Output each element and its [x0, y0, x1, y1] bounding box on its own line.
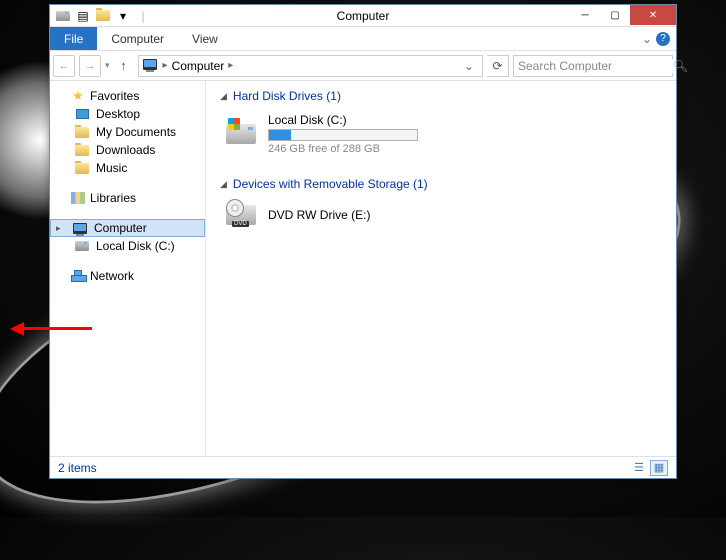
breadcrumb[interactable]: ▸ Computer ▸ ⌄ [138, 55, 483, 77]
sidebar-item-downloads[interactable]: Downloads [50, 141, 205, 159]
tab-computer[interactable]: Computer [97, 27, 178, 50]
section-header-removable[interactable]: ◢ Devices with Removable Storage (1) [220, 177, 662, 191]
tab-view[interactable]: View [178, 27, 232, 50]
search-box[interactable]: 🔍︎ [513, 55, 673, 77]
section-removable-storage: ◢ Devices with Removable Storage (1) DVD… [220, 177, 662, 233]
desktop-icon [74, 107, 90, 121]
libraries-icon [70, 191, 86, 205]
section-label: Hard Disk Drives (1) [233, 89, 341, 103]
sidebar-item-desktop[interactable]: Desktop [50, 105, 205, 123]
sidebar-header-computer[interactable]: ▸ Computer [50, 219, 205, 237]
sidebar-header-favorites[interactable]: ▾★ Favorites [50, 87, 205, 105]
new-folder-icon[interactable] [94, 7, 112, 25]
sidebar-group-libraries: ▸ Libraries [50, 189, 205, 207]
explorer-window: ▤ ▾ | Computer ─ ▢ ✕ File Computer View … [49, 4, 677, 479]
collapse-icon: ◢ [220, 91, 227, 102]
drive-icon [74, 239, 90, 253]
body: ▾★ Favorites Desktop My Documents Downlo… [50, 81, 676, 456]
navigation-pane[interactable]: ▾★ Favorites Desktop My Documents Downlo… [50, 81, 206, 456]
network-icon [70, 269, 86, 283]
ribbon-tabs: File Computer View ⌄ ? [50, 27, 676, 51]
breadcrumb-segment[interactable]: Computer [172, 59, 225, 73]
network-label: Network [90, 269, 134, 283]
system-menu-icon[interactable] [54, 7, 72, 25]
minimize-button[interactable]: ─ [570, 5, 600, 25]
libraries-label: Libraries [90, 191, 136, 205]
sidebar-header-libraries[interactable]: ▸ Libraries [50, 189, 205, 207]
window-buttons: ─ ▢ ✕ [570, 5, 676, 26]
section-label: Devices with Removable Storage (1) [233, 177, 428, 191]
favorites-label: Favorites [90, 89, 139, 103]
section-header-hdd[interactable]: ◢ Hard Disk Drives (1) [220, 89, 662, 103]
details-view-button[interactable]: ☰ [630, 460, 648, 476]
tab-file[interactable]: File [50, 27, 97, 50]
sidebar-item-documents[interactable]: My Documents [50, 123, 205, 141]
sidebar-item-music[interactable]: Music [50, 159, 205, 177]
view-switcher: ☰ ▦ [630, 460, 668, 476]
folder-icon [74, 161, 90, 175]
back-button[interactable]: ← [53, 55, 75, 77]
drive-label: Local Disk (C:) [268, 113, 418, 127]
dvd-drive-icon [224, 201, 258, 229]
forward-button[interactable]: → [79, 55, 101, 77]
drive-local-disk-c[interactable]: Local Disk (C:) 246 GB free of 288 GB [220, 109, 662, 159]
properties-icon[interactable]: ▤ [74, 7, 92, 25]
maximize-button[interactable]: ▢ [600, 5, 630, 25]
sidebar-group-computer: ▸ Computer Local Disk (C:) [50, 219, 205, 255]
computer-icon [143, 59, 159, 73]
sidebar-header-network[interactable]: ▸ Network [50, 267, 205, 285]
usage-bar [268, 129, 418, 141]
sidebar-group-network: ▸ Network [50, 267, 205, 285]
status-bar: 2 items ☰ ▦ [50, 456, 676, 478]
drive-info: Local Disk (C:) 246 GB free of 288 GB [268, 113, 418, 155]
content-pane[interactable]: ◢ Hard Disk Drives (1) Local Disk (C:) 2… [206, 81, 676, 456]
section-hard-disk-drives: ◢ Hard Disk Drives (1) Local Disk (C:) 2… [220, 89, 662, 159]
ribbon-help: ⌄ ? [642, 27, 670, 50]
search-input[interactable] [518, 59, 673, 73]
drive-info: DVD RW Drive (E:) [268, 208, 370, 222]
qat-dropdown-icon[interactable]: ▾ [114, 7, 132, 25]
history-dropdown-icon[interactable]: ▾ [105, 60, 110, 71]
drive-label: DVD RW Drive (E:) [268, 208, 370, 222]
collapse-icon: ◢ [220, 179, 227, 190]
star-icon: ★ [70, 89, 86, 103]
close-button[interactable]: ✕ [630, 5, 676, 25]
folder-icon [74, 125, 90, 139]
free-space-label: 246 GB free of 288 GB [268, 143, 418, 155]
sidebar-item-local-disk[interactable]: Local Disk (C:) [50, 237, 205, 255]
hdd-icon [224, 120, 258, 148]
chevron-right-icon[interactable]: ▸ [228, 60, 233, 71]
qat-separator: | [134, 7, 152, 25]
refresh-button[interactable]: ⟳ [487, 55, 509, 77]
title-bar[interactable]: ▤ ▾ | Computer ─ ▢ ✕ [50, 5, 676, 27]
chevron-down-icon[interactable]: ⌄ [642, 32, 652, 46]
breadcrumb-dropdown-icon[interactable]: ⌄ [460, 59, 478, 73]
help-icon[interactable]: ? [656, 32, 670, 46]
drive-dvd-rw-e[interactable]: DVD RW Drive (E:) [220, 197, 662, 233]
item-count: 2 items [58, 461, 97, 475]
quick-access-toolbar: ▤ ▾ | [50, 5, 156, 26]
computer-label: Computer [94, 221, 147, 235]
up-button[interactable]: ↑ [114, 56, 134, 76]
sidebar-group-favorites: ▾★ Favorites Desktop My Documents Downlo… [50, 87, 205, 177]
tiles-view-button[interactable]: ▦ [650, 460, 668, 476]
search-icon[interactable]: 🔍︎ [673, 59, 688, 73]
computer-icon [72, 221, 88, 235]
annotation-arrow [10, 322, 90, 336]
chevron-right-icon: ▸ [163, 60, 168, 71]
usage-bar-fill [269, 130, 291, 140]
address-bar: ← → ▾ ↑ ▸ Computer ▸ ⌄ ⟳ 🔍︎ [50, 51, 676, 81]
folder-icon [74, 143, 90, 157]
